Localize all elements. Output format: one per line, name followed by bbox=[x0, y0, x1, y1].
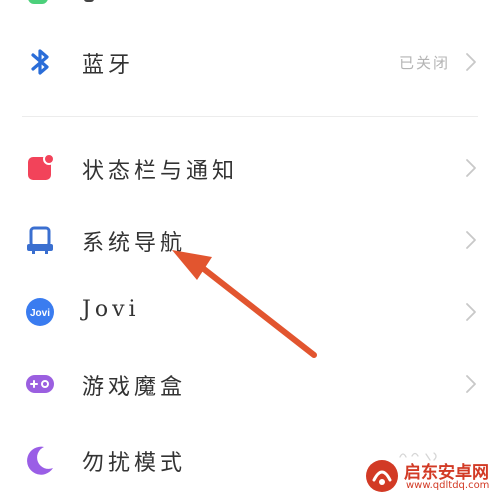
settings-item-bluetooth[interactable]: 蓝牙 已关闭 bbox=[0, 32, 500, 92]
settings-item-system-navigation[interactable]: 系统导航 bbox=[0, 210, 500, 270]
settings-item-label: 状态栏与通知 bbox=[82, 159, 239, 184]
jovi-icon: Jovi bbox=[26, 298, 54, 326]
chevron-right-icon bbox=[466, 231, 476, 249]
settings-item-jovi[interactable]: Jovi Jovi bbox=[0, 282, 500, 342]
settings-item-game-box[interactable]: 游戏魔盒 bbox=[0, 354, 500, 414]
chevron-right-icon bbox=[466, 53, 476, 71]
chevron-right-icon bbox=[466, 159, 476, 177]
status-bar-notification-icon bbox=[28, 153, 55, 180]
bluetooth-icon bbox=[31, 49, 49, 75]
settings-item-status-bar-notifications[interactable]: 状态栏与通知 bbox=[0, 138, 500, 198]
chevron-right-icon bbox=[466, 375, 476, 393]
gamepad-icon bbox=[26, 375, 54, 393]
settings-item-label: 游戏魔盒 bbox=[82, 375, 187, 400]
previous-item-label-fragment bbox=[84, 0, 94, 2]
bluetooth-status-value: 已关闭 bbox=[398, 54, 450, 72]
settings-item-label: 勿扰模式 bbox=[82, 451, 187, 476]
previous-item-icon-fragment bbox=[28, 0, 48, 4]
site-watermark: 启东安卓网 www.qdltdq.com bbox=[364, 456, 494, 496]
watermark-url: www.qdltdq.com bbox=[406, 480, 490, 491]
moon-icon bbox=[27, 446, 53, 475]
chevron-right-icon bbox=[466, 303, 476, 321]
svg-text:Jovi: Jovi bbox=[30, 308, 50, 319]
settings-item-label: Jovi bbox=[82, 297, 140, 322]
settings-item-label: 蓝牙 bbox=[82, 53, 135, 78]
section-divider bbox=[22, 116, 478, 117]
settings-item-label: 系统导航 bbox=[82, 231, 187, 256]
watermark-logo-icon bbox=[366, 460, 398, 492]
system-navigation-icon bbox=[27, 226, 53, 254]
